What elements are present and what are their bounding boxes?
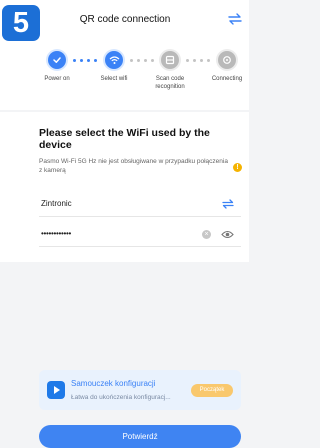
band-warning-text: Pasmo Wi-Fi 5G Hz nie jest obsługiwane w… — [39, 158, 228, 174]
wifi-name-field[interactable]: Zintronic — [41, 199, 72, 208]
tutorial-title: Samouczek konfiguracji — [71, 379, 156, 388]
step-connector — [130, 59, 160, 62]
progress-steps: Power on Select wifi Scan code recogniti… — [0, 48, 249, 98]
check-icon — [53, 57, 61, 63]
connecting-icon — [223, 56, 231, 64]
warning-icon[interactable]: ! — [233, 163, 242, 172]
form-heading: Please select the WiFi used by the devic… — [39, 127, 210, 151]
page-title: QR code connection — [79, 14, 171, 25]
divider — [39, 246, 241, 247]
swap-icon[interactable] — [222, 199, 234, 209]
step-label: Connecting — [211, 76, 243, 82]
step-label: Power on — [44, 76, 70, 82]
scan-icon — [165, 55, 175, 65]
step-number-badge: 5 — [2, 5, 40, 41]
step-connecting — [218, 51, 236, 69]
tutorial-subtitle: Łatwa do ukończenia konfiguracj... — [71, 394, 171, 401]
step-label: Select wifi — [100, 76, 128, 82]
step-select-wifi — [105, 51, 123, 69]
start-tutorial-button[interactable]: Początek — [191, 384, 233, 397]
password-field[interactable]: •••••••••••• — [41, 229, 71, 238]
clear-icon[interactable]: × — [202, 230, 211, 239]
eye-icon[interactable] — [221, 229, 234, 240]
divider — [39, 216, 241, 217]
step-label: Scan code recognition — [155, 76, 185, 90]
tutorial-banner[interactable]: Samouczek konfiguracji Łatwa do ukończen… — [39, 370, 241, 410]
step-connector — [73, 59, 103, 62]
swap-icon[interactable] — [228, 13, 242, 25]
step-power-on — [48, 51, 66, 69]
confirm-button[interactable]: Potwierdź — [39, 425, 241, 448]
play-icon — [47, 381, 65, 399]
step-scan-code — [161, 51, 179, 69]
wifi-icon — [109, 56, 119, 64]
step-connector — [186, 59, 216, 62]
